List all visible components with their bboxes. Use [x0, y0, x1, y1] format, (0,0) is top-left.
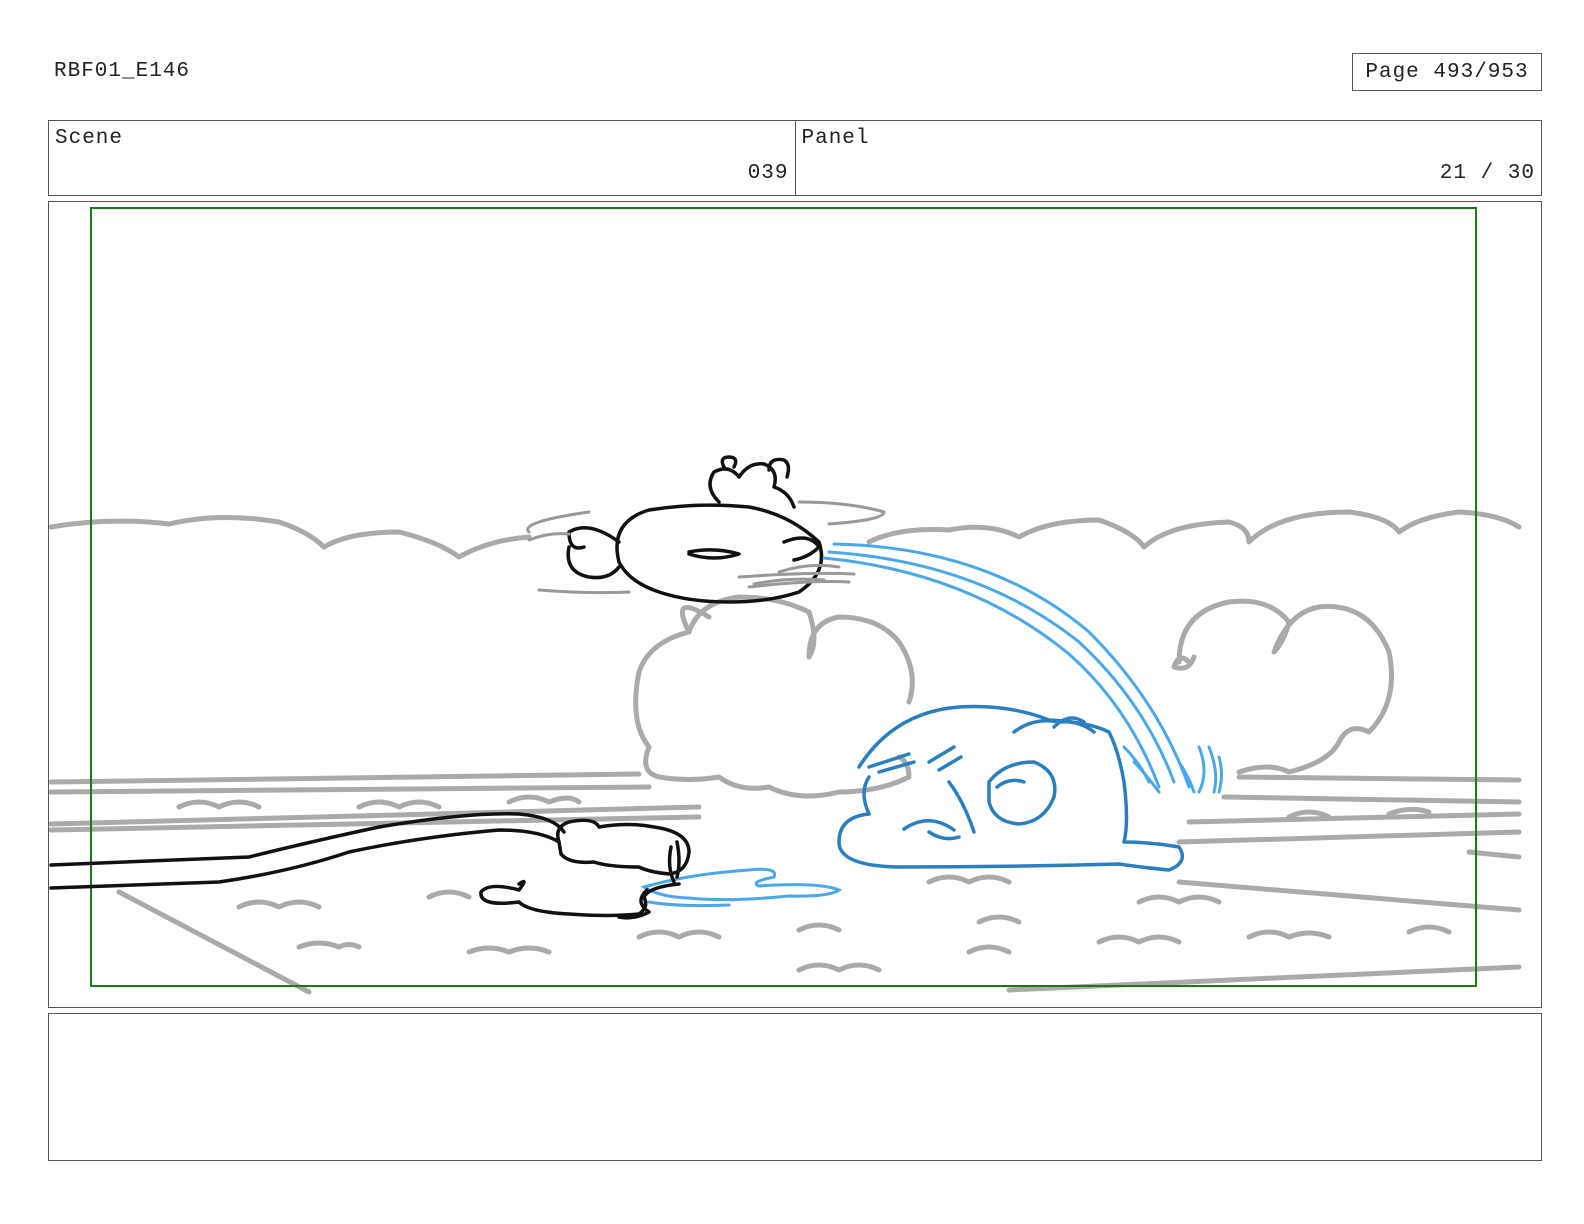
- notes-box: [48, 1013, 1542, 1161]
- scene-label: Scene: [55, 127, 124, 150]
- storyboard-panel: [48, 201, 1542, 1008]
- scene-number: 039: [747, 162, 789, 185]
- panel-cell: Panel 21 / 30: [794, 121, 1542, 195]
- scene-panel-info: Scene 039 Panel 21 / 30: [48, 120, 1542, 196]
- panel-number: 21 / 30: [1439, 162, 1535, 185]
- panel-sketch: [49, 207, 1522, 995]
- panel-label: Panel: [801, 127, 870, 150]
- page-indicator: Page 493/953: [1352, 53, 1542, 91]
- flying-character: [526, 455, 886, 604]
- scene-cell: Scene 039: [49, 121, 795, 195]
- doc-id: RBF01_E146: [54, 60, 191, 83]
- water-stream: [822, 542, 1223, 794]
